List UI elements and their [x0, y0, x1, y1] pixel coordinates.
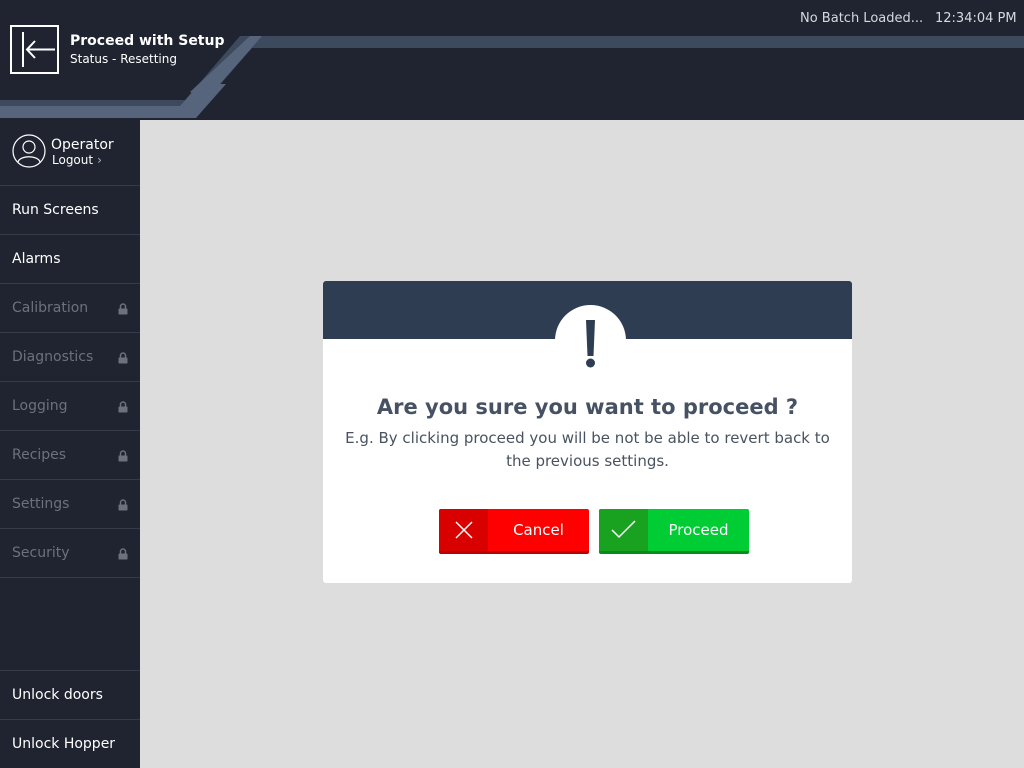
- confirm-dialog: Are you sure you want to proceed ? E.g. …: [323, 281, 852, 583]
- unlock-hopper-button[interactable]: Unlock Hopper: [0, 719, 140, 768]
- sidebar-item-recipes[interactable]: Recipes: [0, 431, 140, 480]
- check-icon: [611, 520, 636, 539]
- back-button[interactable]: [10, 25, 59, 74]
- sidebar-item-security[interactable]: Security: [0, 529, 140, 578]
- sidebar-item-label: Alarms: [12, 251, 61, 267]
- sidebar-item-label: Security: [12, 545, 70, 561]
- logout-link[interactable]: Logout ›: [52, 153, 102, 167]
- proceed-button[interactable]: Proceed: [599, 509, 749, 554]
- user-avatar-icon: [12, 134, 46, 168]
- sidebar-item-label: Run Screens: [12, 202, 99, 218]
- sidebar-item-label: Recipes: [12, 447, 67, 463]
- lock-icon: [118, 352, 128, 364]
- arrow-left-icon: [22, 32, 55, 67]
- exclamation-icon: [586, 320, 595, 368]
- proceed-button-label: Proceed: [668, 521, 729, 539]
- cancel-button[interactable]: Cancel: [439, 509, 589, 554]
- sidebar-item-label: Diagnostics: [12, 349, 94, 365]
- sidebar-item-label: Settings: [12, 496, 70, 512]
- sidebar-item-label: Calibration: [12, 300, 89, 316]
- sidebar-item-run-screens[interactable]: Run Screens: [0, 186, 140, 235]
- cancel-icon-box: [439, 509, 488, 551]
- header-titles: Proceed with Setup Status - Resetting: [70, 33, 225, 68]
- sidebar-item-calibration[interactable]: Calibration: [0, 284, 140, 333]
- sidebar-item-label: Logging: [12, 398, 68, 414]
- dialog-message: E.g. By clicking proceed you will be not…: [345, 429, 830, 470]
- page-title: Proceed with Setup: [70, 33, 225, 49]
- sidebar-item-alarms[interactable]: Alarms: [0, 235, 140, 284]
- batch-status: No Batch Loaded...: [800, 11, 924, 26]
- cancel-button-label: Cancel: [513, 521, 564, 539]
- user-name: Operator: [51, 137, 114, 153]
- unlock-doors-label: Unlock doors: [12, 687, 103, 703]
- lock-icon: [118, 450, 128, 462]
- user-block: Operator Logout ›: [0, 120, 140, 186]
- lock-icon: [118, 303, 128, 315]
- chevron-right-icon: ›: [97, 153, 102, 167]
- header: Proceed with Setup Status - Resetting No…: [0, 0, 1024, 120]
- clock: 12:34:04 PM: [935, 11, 1017, 26]
- unlock-hopper-label: Unlock Hopper: [12, 736, 116, 752]
- unlock-doors-button[interactable]: Unlock doors: [0, 670, 140, 719]
- lock-icon: [118, 499, 128, 511]
- lock-icon: [118, 548, 128, 560]
- sidebar-item-diagnostics[interactable]: Diagnostics: [0, 333, 140, 382]
- alert-badge: [555, 305, 626, 376]
- logout-label: Logout: [52, 153, 94, 167]
- sidebar: Operator Logout › Run Screens Alarms Cali…: [0, 120, 140, 768]
- sidebar-item-logging[interactable]: Logging: [0, 382, 140, 431]
- status-subtitle: Status - Resetting: [70, 52, 177, 66]
- dialog-title: Are you sure you want to proceed ?: [376, 395, 799, 419]
- x-icon: [455, 521, 473, 539]
- lock-icon: [118, 401, 128, 413]
- proceed-icon-box: [599, 509, 648, 551]
- sidebar-item-settings[interactable]: Settings: [0, 480, 140, 529]
